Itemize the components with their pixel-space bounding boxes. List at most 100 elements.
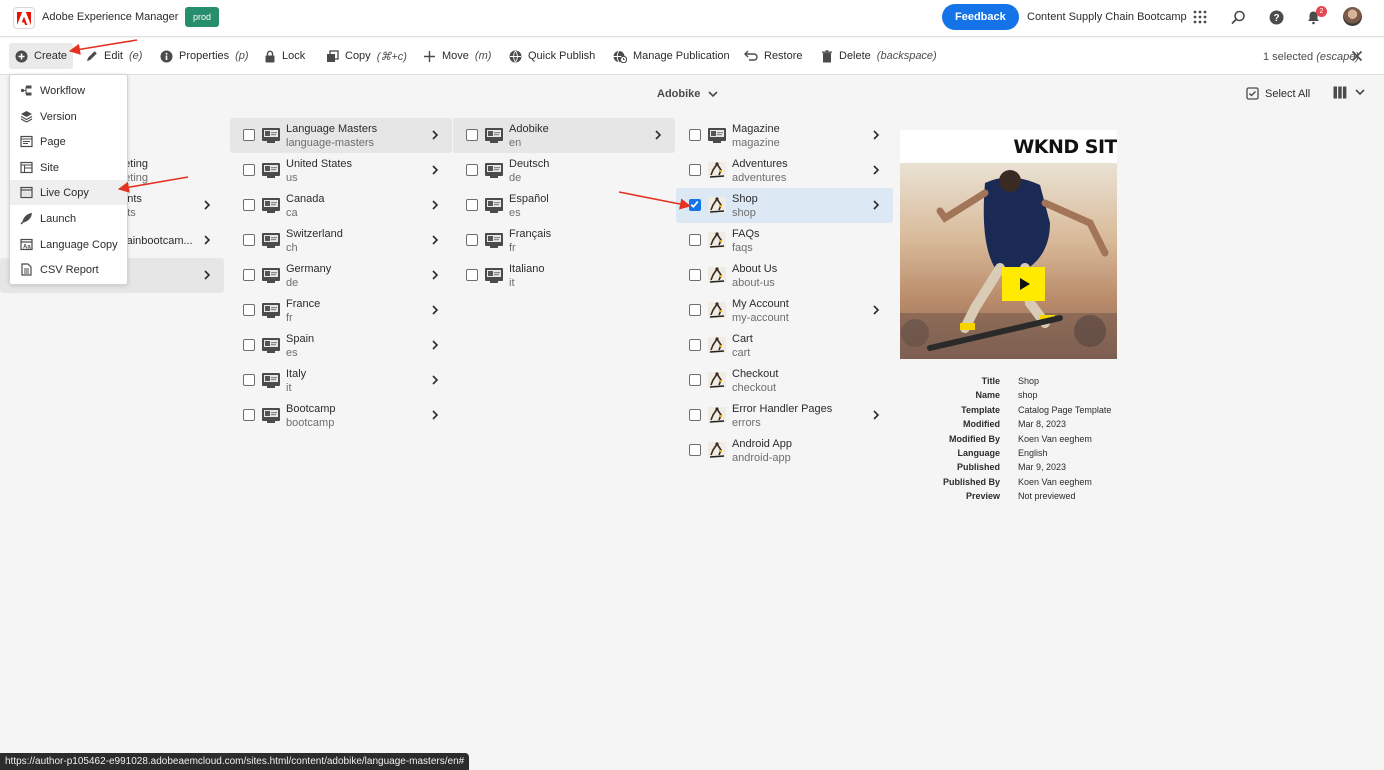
checkbox[interactable] — [243, 409, 255, 421]
checkbox[interactable] — [243, 199, 255, 211]
list-item[interactable]: France fr — [230, 293, 452, 328]
list-item[interactable]: Adobike en — [453, 118, 675, 153]
lock-button[interactable]: Lock — [258, 43, 311, 69]
list-item[interactable]: Bootcamp bootcamp — [230, 398, 452, 433]
chevron-right-icon[interactable] — [430, 200, 440, 210]
property-value: Catalog Page Template — [1018, 404, 1112, 415]
chevron-right-icon[interactable] — [871, 305, 881, 315]
list-item[interactable]: Language Masters language-masters — [230, 118, 452, 153]
create-button[interactable]: Create — [9, 43, 74, 69]
list-item[interactable]: United States us — [230, 153, 452, 188]
manage-publication-button[interactable]: Manage Publication — [607, 43, 736, 69]
chevron-right-icon[interactable] — [653, 130, 663, 140]
checkbox[interactable] — [243, 234, 255, 246]
checkbox[interactable] — [689, 374, 701, 386]
feedback-button[interactable]: Feedback — [942, 4, 1019, 30]
properties-button[interactable]: Properties (p) — [154, 43, 255, 69]
list-item[interactable]: Shop shop — [676, 188, 893, 223]
chevron-right-icon[interactable] — [430, 165, 440, 175]
checkbox[interactable] — [243, 129, 255, 141]
list-item[interactable]: Magazine magazine — [676, 118, 893, 153]
list-item[interactable]: Switzerland ch — [230, 223, 452, 258]
app-title[interactable]: Adobe Experience Manager — [42, 11, 178, 23]
list-item[interactable]: Italy it — [230, 363, 452, 398]
menu-item-live-copy[interactable]: Live Copy — [10, 180, 127, 206]
help-icon[interactable]: ? — [1268, 9, 1284, 25]
close-icon[interactable] — [1351, 50, 1363, 62]
checkbox[interactable] — [466, 129, 478, 141]
menu-item-label: Language Copy — [40, 238, 118, 251]
list-item[interactable]: Adventures adventures — [676, 153, 893, 188]
checkbox[interactable] — [243, 304, 255, 316]
chevron-right-icon[interactable] — [430, 235, 440, 245]
checkbox[interactable] — [689, 269, 701, 281]
checkbox[interactable] — [689, 164, 701, 176]
chevron-right-icon[interactable] — [871, 165, 881, 175]
list-item[interactable]: Canada ca — [230, 188, 452, 223]
checkbox[interactable] — [466, 164, 478, 176]
preview-thumbnail — [900, 163, 1117, 359]
organization-switcher[interactable]: Content Supply Chain Bootcamp — [1027, 11, 1187, 23]
breadcrumb[interactable]: Adobike — [657, 88, 718, 100]
user-avatar[interactable] — [1343, 7, 1362, 26]
menu-item-version[interactable]: Version — [10, 104, 127, 129]
menu-item-workflow[interactable]: Workflow — [10, 78, 127, 103]
chevron-right-icon[interactable] — [871, 410, 881, 420]
checkbox[interactable] — [689, 199, 701, 211]
list-item[interactable]: Spain es — [230, 328, 452, 363]
checkbox[interactable] — [689, 304, 701, 316]
checkbox[interactable] — [243, 339, 255, 351]
checkbox[interactable] — [689, 234, 701, 246]
quick-publish-button[interactable]: Quick Publish — [503, 43, 601, 69]
move-button[interactable]: Move (m) — [417, 43, 497, 69]
checkbox[interactable] — [243, 164, 255, 176]
checkbox[interactable] — [243, 374, 255, 386]
checkbox[interactable] — [466, 269, 478, 281]
checkbox[interactable] — [689, 129, 701, 141]
menu-item-site[interactable]: Site — [10, 155, 127, 180]
chevron-right-icon[interactable] — [871, 200, 881, 210]
list-item[interactable]: Checkout checkout — [676, 363, 893, 398]
menu-item-launch[interactable]: Launch — [10, 206, 127, 231]
list-item[interactable]: FAQs faqs — [676, 223, 893, 258]
adobe-logo-icon[interactable] — [13, 7, 35, 29]
chevron-right-icon[interactable] — [430, 410, 440, 420]
chevron-right-icon[interactable] — [871, 130, 881, 140]
list-item[interactable]: Error Handler Pages errors — [676, 398, 893, 433]
list-item[interactable]: Germany de — [230, 258, 452, 293]
item-title: Spain — [286, 333, 315, 345]
edit-button[interactable]: Edit (e) — [80, 43, 148, 69]
list-item[interactable]: Español es — [453, 188, 675, 223]
chevron-right-icon[interactable] — [430, 270, 440, 280]
menu-item-language-copy[interactable]: Aa Language Copy — [10, 232, 127, 257]
chevron-down-icon[interactable] — [708, 90, 718, 98]
menu-item-page[interactable]: Page — [10, 129, 127, 154]
menu-item-csv-report[interactable]: CSV Report — [10, 257, 127, 282]
list-item[interactable]: Deutsch de — [453, 153, 675, 188]
chevron-right-icon[interactable] — [430, 130, 440, 140]
breadcrumb-current[interactable]: Adobike — [657, 88, 700, 100]
checkbox[interactable] — [689, 409, 701, 421]
copy-button[interactable]: Copy (⌘+c) — [320, 43, 413, 69]
list-item[interactable]: About Us about-us — [676, 258, 893, 293]
list-item[interactable]: Italiano it — [453, 258, 675, 293]
checkbox[interactable] — [466, 234, 478, 246]
chevron-right-icon[interactable] — [430, 375, 440, 385]
checkbox[interactable] — [689, 339, 701, 351]
checkbox[interactable] — [243, 269, 255, 281]
delete-button[interactable]: Delete (backspace) — [815, 43, 943, 69]
property-value: shop — [1018, 390, 1038, 401]
chevron-right-icon[interactable] — [430, 305, 440, 315]
list-item[interactable]: My Account my-account — [676, 293, 893, 328]
apps-grid-icon[interactable] — [1192, 9, 1208, 25]
select-all-button[interactable]: Select All — [1246, 87, 1310, 100]
list-item[interactable]: Android App android-app — [676, 433, 893, 468]
search-icon[interactable] — [1230, 9, 1246, 25]
view-switcher[interactable] — [1333, 86, 1365, 99]
list-item[interactable]: Cart cart — [676, 328, 893, 363]
checkbox[interactable] — [689, 444, 701, 456]
restore-button[interactable]: Restore — [738, 43, 809, 69]
list-item[interactable]: Français fr — [453, 223, 675, 258]
chevron-right-icon[interactable] — [430, 340, 440, 350]
checkbox[interactable] — [466, 199, 478, 211]
